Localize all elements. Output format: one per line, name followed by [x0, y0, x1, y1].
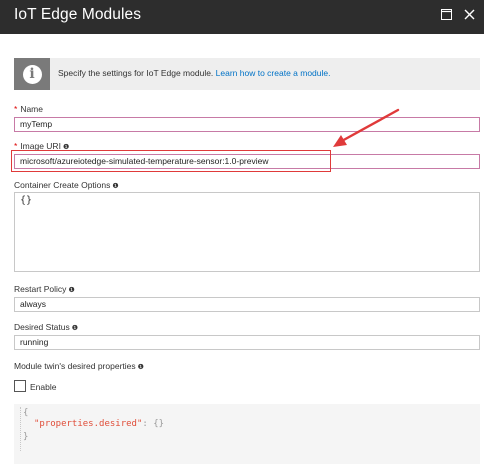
editor-line: {: [23, 408, 29, 418]
desired-status-info-icon[interactable]: ❶: [72, 325, 78, 332]
required-marker: *: [14, 104, 18, 114]
container-options-info-icon[interactable]: ❶: [112, 183, 118, 190]
info-description: Specify the settings for IoT Edge module…: [58, 68, 214, 78]
restart-policy-info-icon[interactable]: ❶: [68, 287, 74, 294]
blade-header: IoT Edge Modules: [0, 0, 484, 34]
editor-line: }: [23, 432, 29, 442]
highlight-box: [11, 150, 331, 172]
editor-line: "properties.desired": {}: [34, 419, 164, 429]
desired-status-label-text: Desired Status: [14, 322, 70, 332]
enable-label: Enable: [30, 382, 57, 392]
info-icon: i: [22, 64, 42, 84]
container-options-label: Container Create Options ❶: [14, 180, 119, 190]
name-label-text: Name: [20, 104, 43, 114]
close-button[interactable]: [461, 6, 478, 23]
twin-label: Module twin's desired properties ❶: [14, 361, 144, 371]
container-options-textarea[interactable]: {}: [14, 192, 480, 272]
twin-label-text: Module twin's desired properties: [14, 361, 136, 371]
enable-checkbox[interactable]: [14, 380, 26, 392]
desired-status-label: Desired Status ❶: [14, 322, 78, 332]
desired-status-select[interactable]: running: [14, 335, 480, 350]
name-label: * Name: [14, 104, 43, 114]
editor-value: : {}: [142, 419, 165, 429]
name-input[interactable]: myTemp: [14, 117, 480, 132]
twin-json-editor[interactable]: { "properties.desired": {} }: [14, 404, 480, 464]
maximize-button[interactable]: [438, 6, 455, 23]
editor-key: "properties.desired": [34, 419, 143, 429]
container-options-label-text: Container Create Options: [14, 180, 111, 190]
restart-policy-select[interactable]: always: [14, 297, 480, 312]
twin-info-icon[interactable]: ❶: [138, 364, 144, 371]
learn-more-link[interactable]: Learn how to create a module.: [216, 68, 331, 78]
blade-title: IoT Edge Modules: [14, 6, 142, 23]
maximize-icon: [441, 9, 452, 20]
close-icon: [464, 9, 475, 20]
restart-policy-label: Restart Policy ❶: [14, 284, 75, 294]
info-banner: i Specify the settings for IoT Edge modu…: [14, 58, 480, 90]
info-text: Specify the settings for IoT Edge module…: [58, 68, 331, 78]
restart-policy-label-text: Restart Policy: [14, 284, 67, 294]
info-icon-box: i: [14, 58, 50, 90]
